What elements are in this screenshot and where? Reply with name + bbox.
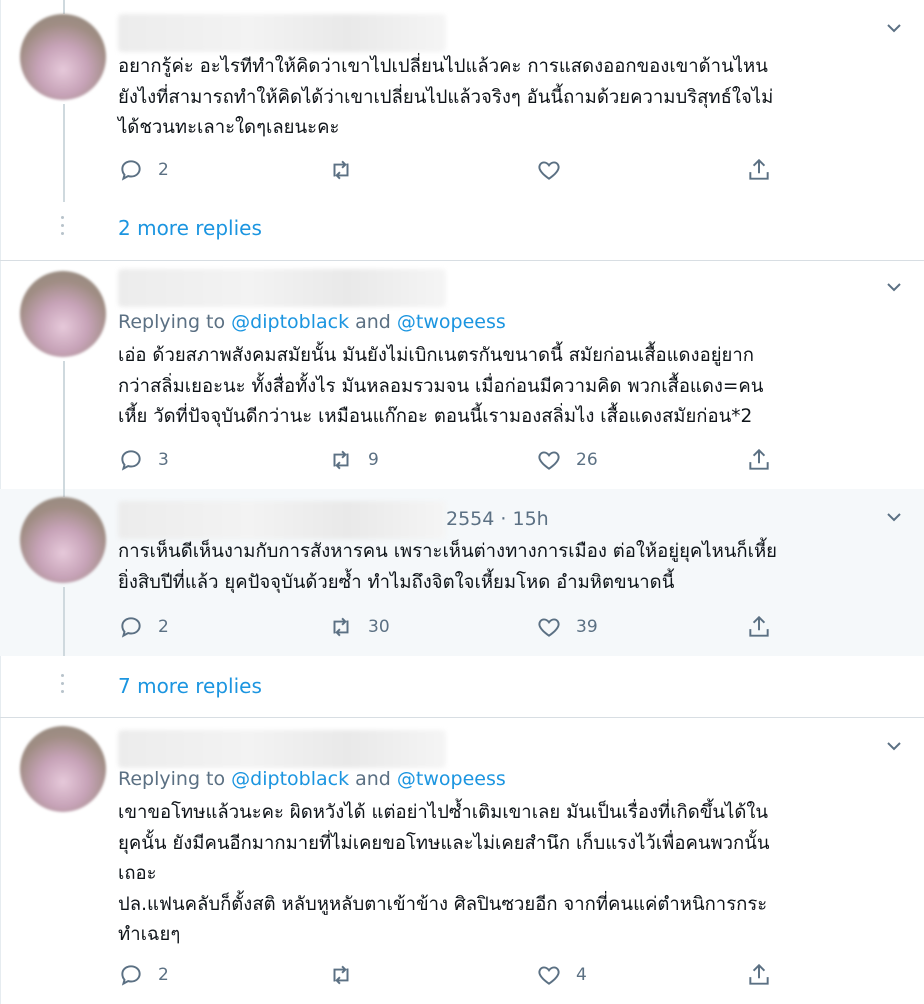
tweet[interactable]: 2554 · 15h การเห็นดีเห็นงามกับการสังหารค… — [0, 489, 924, 656]
replying-to-and: and — [355, 311, 391, 333]
thread-ellipsis — [61, 216, 65, 240]
chevron-down-icon[interactable] — [884, 277, 904, 297]
retweet-button[interactable] — [328, 960, 368, 990]
like-button[interactable] — [536, 155, 576, 185]
reply-icon — [121, 450, 141, 471]
mention-link[interactable]: @twopeess — [397, 311, 506, 333]
retweet-button[interactable]: 9 — [328, 445, 379, 475]
like-count: 26 — [576, 450, 598, 470]
share-button[interactable] — [746, 155, 772, 185]
like-button[interactable]: 39 — [536, 612, 598, 642]
share-icon — [749, 963, 769, 985]
heart-icon — [538, 451, 560, 470]
more-replies-link[interactable]: 2 more replies — [118, 216, 262, 240]
reply-count: 3 — [158, 450, 169, 470]
retweet-icon — [333, 617, 349, 637]
chevron-down-icon[interactable] — [884, 736, 904, 756]
like-button[interactable]: 26 — [536, 445, 598, 475]
reply-button[interactable]: 2 — [118, 612, 169, 642]
handle-partial[interactable]: 2554 — [446, 508, 494, 530]
tweet-actions: 2 30 39 — [118, 612, 798, 642]
mention-link[interactable]: @twopeess — [397, 768, 506, 790]
share-icon — [749, 448, 769, 470]
heart-icon — [538, 966, 560, 985]
reply-count: 2 — [158, 965, 169, 985]
thread-line — [63, 0, 65, 14]
tweet-actions: 2 — [118, 155, 798, 185]
reply-icon — [121, 160, 141, 181]
chevron-down-icon[interactable] — [884, 18, 904, 38]
avatar[interactable] — [20, 14, 106, 100]
like-count: 39 — [576, 617, 598, 637]
thread-ellipsis — [61, 674, 65, 698]
heart-icon — [538, 618, 560, 637]
share-button[interactable] — [746, 960, 772, 990]
tweet-actions: 2 4 — [118, 960, 798, 990]
thread-line — [63, 104, 65, 202]
share-button[interactable] — [746, 612, 772, 642]
retweet-button[interactable]: 30 — [328, 612, 390, 642]
share-icon — [749, 158, 769, 180]
replying-to-and: and — [355, 768, 391, 790]
chevron-down-icon[interactable] — [884, 507, 904, 527]
replying-to-prefix: Replying to — [118, 768, 226, 790]
tweet[interactable]: Replying to @diptoblack and @twopeess เอ… — [0, 261, 924, 489]
reply-icon — [121, 965, 141, 986]
like-count: 4 — [576, 965, 587, 985]
avatar[interactable] — [20, 497, 106, 583]
avatar[interactable] — [20, 271, 106, 357]
avatar[interactable] — [20, 726, 106, 812]
retweet-count: 9 — [368, 450, 379, 470]
replying-to: Replying to @diptoblack and @twopeess — [118, 768, 506, 790]
tweet-actions: 3 9 26 — [118, 445, 798, 475]
more-replies-link[interactable]: 7 more replies — [118, 674, 262, 698]
author-name-redacted[interactable] — [118, 269, 446, 307]
retweet-icon — [333, 160, 349, 180]
retweet-icon — [333, 450, 349, 470]
tweet-text: เขาขอโทษแล้วนะคะ ผิดหวังได้ แต่อย่าไปซ้ำ… — [118, 802, 770, 945]
reply-count: 2 — [158, 617, 169, 637]
tweet[interactable]: Replying to @diptoblack and @twopeess เข… — [0, 718, 924, 1004]
replying-to-prefix: Replying to — [118, 311, 226, 333]
retweet-count: 30 — [368, 617, 390, 637]
thread-line — [63, 361, 65, 489]
author-name-redacted[interactable] — [118, 730, 446, 768]
author-name-redacted[interactable] — [118, 501, 446, 539]
replying-to: Replying to @diptoblack and @twopeess — [118, 311, 506, 333]
tweet-text: การเห็นดีเห็นงามกับการสังหารคน เพราะเห็น… — [118, 541, 777, 593]
like-button[interactable]: 4 — [536, 960, 587, 990]
reply-button[interactable]: 2 — [118, 960, 169, 990]
retweet-icon — [333, 965, 349, 985]
reply-button[interactable]: 3 — [118, 445, 169, 475]
thread-line — [63, 587, 65, 656]
reply-icon — [121, 617, 141, 638]
retweet-button[interactable] — [328, 155, 368, 185]
mention-link[interactable]: @diptoblack — [231, 311, 349, 333]
reply-button[interactable]: 2 — [118, 155, 169, 185]
author-name-redacted[interactable] — [118, 14, 446, 52]
heart-icon — [538, 161, 560, 180]
share-icon — [749, 615, 769, 637]
tweet[interactable]: อยากรู้ค่ะ อะไรทีทำให้คิดว่าเขาไปเปลี่ยน… — [0, 0, 924, 206]
share-button[interactable] — [746, 445, 772, 475]
mention-link[interactable]: @diptoblack — [231, 768, 349, 790]
tweet-text: อยากรู้ค่ะ อะไรทีทำให้คิดว่าเขาไปเปลี่ยน… — [118, 56, 774, 138]
reply-count: 2 — [158, 160, 169, 180]
tweet-meta: 2554 · 15h — [446, 508, 549, 530]
tweet-text: เอ่อ ด้วยสภาพสังคมสมัยนั้น มันยังไม่เบิก… — [118, 345, 764, 427]
timestamp[interactable]: · 15h — [500, 508, 548, 530]
thread-line — [63, 489, 65, 497]
